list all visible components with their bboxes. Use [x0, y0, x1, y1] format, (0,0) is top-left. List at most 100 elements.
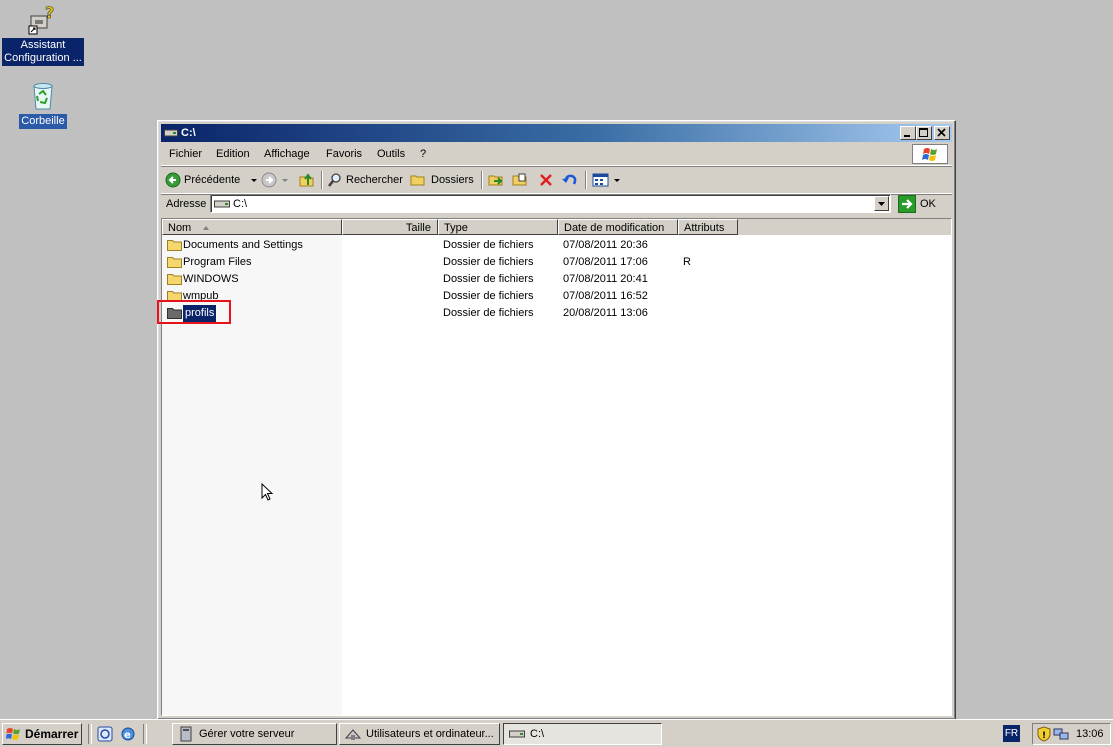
column-header-type[interactable]: Type [438, 219, 558, 235]
views-icon [592, 173, 609, 187]
folder-icon [167, 257, 182, 268]
taskbar-button-users-computers[interactable]: Utilisateurs et ordinateur... [339, 723, 500, 745]
maximize-button[interactable] [916, 126, 932, 140]
title-bar[interactable]: C:\ [161, 124, 952, 142]
undo-icon [562, 174, 577, 185]
highlight-annotation-box [157, 300, 231, 324]
back-button[interactable]: Précédente [165, 170, 259, 190]
taskbar-button-server-manager[interactable]: Gérer votre serveur [172, 723, 337, 745]
forward-arrow-icon [261, 172, 277, 188]
search-label: Rechercher [346, 174, 403, 186]
desktop-icon-recycle-bin[interactable]: Corbeille [0, 80, 86, 129]
up-folder-button[interactable] [298, 170, 316, 190]
clock[interactable]: 13:06 [1076, 728, 1104, 740]
language-indicator[interactable]: FR [1003, 725, 1020, 742]
recycle-bin-icon [27, 80, 59, 112]
copy-to-button[interactable] [512, 170, 530, 190]
file-modified: 20/08/2011 13:06 [563, 307, 648, 319]
search-button[interactable]: Rechercher [327, 170, 403, 190]
setup-wizard-icon: ? [27, 3, 59, 36]
folders-icon [410, 175, 425, 186]
table-row[interactable]: Program Files Dossier de fichiers 07/08/… [162, 254, 951, 271]
column-header-row: Nom Taille Type Date de modification Att… [162, 219, 951, 235]
menu-affichage[interactable]: Affichage [264, 148, 310, 160]
folder-up-icon [299, 173, 314, 187]
file-type: Dossier de fichiers [443, 273, 534, 285]
maximize-icon [919, 128, 928, 137]
internet-explorer-icon[interactable]: e [120, 726, 136, 742]
chevron-down-icon [614, 179, 620, 182]
file-modified: 07/08/2011 20:41 [563, 273, 648, 285]
folder-icon [167, 240, 182, 251]
search-icon [328, 173, 341, 187]
directory-icon [345, 729, 361, 740]
address-dropdown-button[interactable] [874, 196, 889, 211]
taskbar: Démarrer e Gérer votre serveur Utilisate… [0, 719, 1113, 747]
file-type: Dossier de fichiers [443, 239, 534, 251]
table-row[interactable]: Documents and Settings Dossier de fichie… [162, 237, 951, 254]
go-button[interactable]: OK [898, 194, 936, 214]
views-button[interactable] [592, 170, 621, 190]
start-label: Démarrer [25, 727, 79, 741]
menu-outils[interactable]: Outils [377, 148, 405, 160]
desktop-icon-label: Corbeille [19, 114, 67, 129]
file-name: WINDOWS [183, 273, 239, 285]
back-label: Précédente [184, 174, 241, 186]
chevron-down-icon [282, 179, 288, 182]
move-to-button[interactable] [488, 170, 506, 190]
address-value: C:\ [233, 198, 248, 210]
desktop-icon-label: Assistant Configuration ... [2, 38, 84, 66]
address-label: Adresse [166, 198, 207, 210]
table-row-selected[interactable]: profils Dossier de fichiers 20/08/2011 1… [162, 304, 951, 323]
undo-button[interactable] [561, 170, 579, 190]
file-modified: 07/08/2011 16:52 [563, 290, 648, 302]
desktop-icon-assistant-configuration[interactable]: ? Assistant Configuration ... [0, 3, 86, 66]
file-attributes: R [683, 256, 691, 268]
window-title: C:\ [181, 127, 196, 139]
forward-button[interactable] [261, 170, 290, 190]
go-label: OK [920, 198, 936, 210]
column-header-name[interactable]: Nom [162, 219, 342, 235]
chevron-down-icon [878, 202, 885, 206]
delete-x-icon [540, 174, 552, 186]
table-row[interactable]: WINDOWS Dossier de fichiers 07/08/2011 2… [162, 271, 951, 288]
file-type: Dossier de fichiers [443, 290, 534, 302]
menu-favoris[interactable]: Favoris [326, 148, 362, 160]
column-header-modified[interactable]: Date de modification [558, 219, 678, 235]
drive-icon [214, 200, 230, 208]
file-type: Dossier de fichiers [443, 256, 534, 268]
server-icon [180, 726, 192, 742]
menu-edition[interactable]: Edition [216, 148, 250, 160]
table-row[interactable]: wmpub Dossier de fichiers 07/08/2011 16:… [162, 288, 951, 305]
menu-fichier[interactable]: Fichier [169, 148, 202, 160]
svg-text:?: ? [45, 4, 54, 22]
go-arrow-icon [898, 195, 916, 213]
minimize-button[interactable] [900, 126, 916, 140]
standard-toolbar: Précédente Rechercher Dossiers [161, 167, 952, 194]
svg-text:!: ! [1042, 731, 1046, 741]
folders-button[interactable]: Dossiers [410, 170, 474, 190]
file-name: Program Files [183, 256, 252, 268]
chevron-down-icon [251, 179, 258, 182]
column-header-size[interactable]: Taille [342, 219, 438, 235]
address-bar: Adresse C:\ OK [161, 193, 952, 216]
folders-label: Dossiers [431, 174, 474, 186]
column-header-attributes[interactable]: Attributs [678, 219, 738, 235]
minimize-icon [904, 135, 910, 137]
network-icon[interactable] [1053, 726, 1069, 742]
start-button[interactable]: Démarrer [2, 723, 82, 745]
server-manager-quicklaunch-icon[interactable] [97, 726, 113, 742]
file-list[interactable]: Nom Taille Type Date de modification Att… [161, 218, 952, 716]
file-type: Dossier de fichiers [443, 307, 534, 319]
close-button[interactable] [934, 126, 950, 140]
security-shield-icon[interactable]: ! [1036, 726, 1052, 742]
taskbar-button-explorer-c[interactable]: C:\ [503, 723, 662, 745]
address-input[interactable]: C:\ [210, 194, 891, 213]
folder-icon [167, 274, 182, 285]
drive-icon [509, 730, 525, 738]
svg-text:e: e [124, 730, 131, 741]
explorer-window: C:\ Fichier Edition Affichage Favoris Ou… [157, 120, 956, 720]
delete-button[interactable] [538, 170, 554, 190]
mouse-cursor-icon [261, 483, 274, 501]
menu-help[interactable]: ? [420, 148, 426, 160]
